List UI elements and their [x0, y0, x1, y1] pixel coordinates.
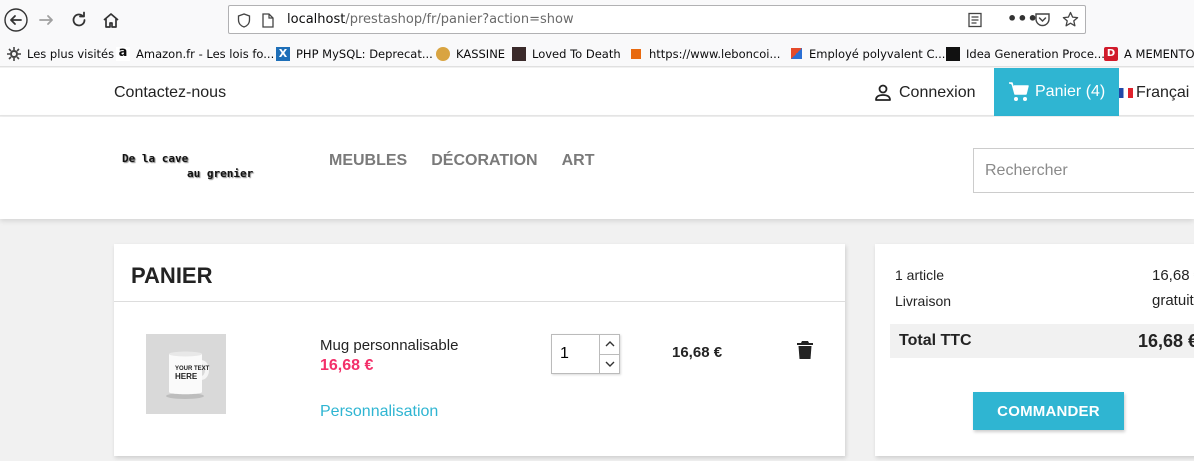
- url-host: localhost: [287, 12, 346, 27]
- product-price: 16,68 €: [320, 357, 374, 374]
- menu-item-decoration[interactable]: DÉCORATION: [431, 152, 537, 170]
- shopping-cart-icon: [1009, 82, 1029, 101]
- mug-text-2: HERE: [175, 372, 198, 381]
- mug-image: YOUR TEXT HERE: [166, 351, 210, 399]
- search-box: [973, 148, 1194, 193]
- bookmark-item[interactable]: a Amazon.fr - Les lois fo...: [116, 45, 274, 62]
- shield-icon[interactable]: [237, 13, 251, 28]
- cart-label: Panier (4): [1035, 83, 1106, 100]
- articles-label: 1 article: [895, 267, 945, 283]
- reload-icon: [72, 11, 86, 27]
- product-name[interactable]: Mug personnalisable: [320, 337, 458, 354]
- logo-line-1: De la cave: [122, 152, 189, 165]
- site-icon: [512, 46, 526, 61]
- total-value: 16,68 €: [1138, 331, 1194, 351]
- bookmark-item[interactable]: Les plus visités: [7, 45, 114, 62]
- cart-panel: PANIER YOUR TEXT HERE Mug personnalisabl…: [114, 244, 845, 456]
- quantity-input[interactable]: [552, 335, 599, 373]
- forward-button[interactable]: [32, 6, 60, 34]
- divider: [114, 301, 845, 302]
- reader-view-icon[interactable]: [967, 12, 983, 28]
- forward-arrow-icon: [39, 15, 53, 25]
- logo[interactable]: De la cave au grenier: [122, 151, 253, 181]
- menu-item-art[interactable]: ART: [562, 152, 595, 170]
- pocket-icon[interactable]: [1034, 12, 1051, 28]
- bookmark-item[interactable]: https://www.leboncoi...: [629, 45, 780, 62]
- memento-icon: D: [1104, 46, 1118, 61]
- bookmark-item[interactable]: D A MEMENTO: [1104, 45, 1194, 62]
- language-label: Françai: [1136, 84, 1190, 101]
- bookmark-item[interactable]: KASSINE: [436, 45, 505, 62]
- home-icon: [103, 13, 119, 28]
- back-arrow-icon: [4, 8, 28, 32]
- bookmark-item[interactable]: Employé polyvalent C...: [789, 45, 945, 62]
- kassine-icon: [436, 46, 450, 61]
- bookmark-item[interactable]: X PHP MySQL: Deprecat...: [276, 45, 433, 62]
- line-total: 16,68 €: [672, 344, 723, 361]
- gear-icon: [7, 46, 21, 61]
- contact-link[interactable]: Contactez-nous: [114, 84, 226, 102]
- checkout-button[interactable]: COMMANDER: [973, 392, 1124, 430]
- total-label: Total TTC: [899, 332, 972, 349]
- flag-icon: [1119, 88, 1133, 98]
- bookmarks-bar: Les plus visités a Amazon.fr - Les lois …: [0, 40, 1194, 67]
- home-button[interactable]: [97, 6, 125, 34]
- address-bar[interactable]: localhost/prestashop/fr/panier?action=sh…: [228, 5, 1086, 34]
- customization-link[interactable]: Personnalisation: [320, 403, 438, 421]
- total-row: Total TTC 16,68 €: [890, 324, 1194, 358]
- browser-toolbar: localhost/prestashop/fr/panier?action=sh…: [0, 0, 1194, 40]
- chevron-up-icon: [605, 341, 614, 347]
- login-link[interactable]: Connexion: [873, 83, 976, 103]
- bookmark-item[interactable]: Loved To Death: [512, 45, 621, 62]
- quantity-increase-button[interactable]: [600, 335, 619, 355]
- cart-summary: 1 article 16,68 € Livraison gratuit Tota…: [875, 244, 1194, 456]
- url-path: /prestashop/fr/panier?action=show: [345, 12, 574, 27]
- chevron-down-icon: [605, 361, 614, 367]
- shipping-value: gratuit: [1152, 292, 1194, 309]
- cart-title: PANIER: [131, 263, 213, 288]
- page-icon[interactable]: [262, 13, 274, 28]
- quantity-decrease-button[interactable]: [600, 355, 619, 374]
- product-image[interactable]: YOUR TEXT HERE: [146, 334, 226, 414]
- main-menu: MEUBLES DÉCORATION ART: [329, 152, 619, 170]
- back-button[interactable]: [2, 6, 30, 34]
- job-icon: [791, 48, 802, 59]
- cart-button[interactable]: Panier (4): [994, 68, 1119, 116]
- quantity-steps: [599, 335, 619, 373]
- site-header: De la cave au grenier MEUBLES DÉCORATION…: [0, 117, 1194, 219]
- php-icon: X: [276, 46, 290, 61]
- star-bookmark-icon[interactable]: [1062, 11, 1079, 28]
- menu-item-meubles[interactable]: MEUBLES: [329, 152, 407, 170]
- url-text[interactable]: localhost/prestashop/fr/panier?action=sh…: [287, 12, 574, 27]
- search-input[interactable]: [974, 149, 1194, 192]
- language-selector[interactable]: Françai: [1119, 84, 1189, 102]
- reload-button[interactable]: [65, 6, 93, 34]
- user-icon: [875, 84, 891, 101]
- remove-item-button[interactable]: [796, 340, 814, 365]
- articles-value: 16,68 €: [1152, 267, 1194, 284]
- bookmark-item[interactable]: Idea Generation Proce...: [946, 45, 1105, 62]
- idea-icon: [946, 46, 960, 61]
- amazon-icon: a: [116, 46, 130, 61]
- logo-line-2: au grenier: [187, 167, 254, 180]
- leboncoin-icon: [631, 48, 641, 59]
- trash-icon: [797, 341, 813, 359]
- site-top-bar: Contactez-nous Connexion Panier (4) Fran…: [0, 68, 1194, 116]
- login-label: Connexion: [899, 84, 976, 101]
- quantity-stepper: [551, 334, 620, 374]
- shipping-label: Livraison: [895, 293, 952, 309]
